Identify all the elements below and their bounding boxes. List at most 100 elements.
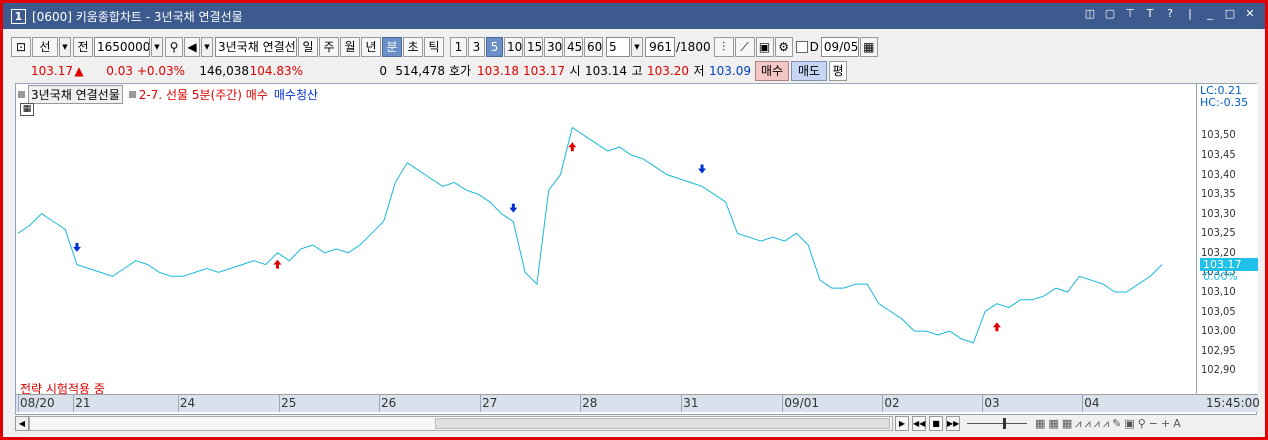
- plot-area[interactable]: 3년국채 연결선물 2-7. 선물 5분(주간) 매수 매수청산 ▦ 전략 시험…: [16, 84, 1196, 396]
- minus-icon[interactable]: −: [1149, 417, 1158, 431]
- rewind-icon[interactable]: ◀◀: [912, 416, 926, 431]
- save-icon[interactable]: ▣: [755, 37, 774, 57]
- indicator-icon[interactable]: ⩘: [1084, 417, 1090, 431]
- calendar-icon[interactable]: ▦: [859, 37, 878, 57]
- open-label: 시: [569, 64, 581, 78]
- frame-icon[interactable]: ▣: [1124, 417, 1134, 431]
- sell-signal-arrow: [698, 164, 707, 174]
- legend-exit[interactable]: 매수청산: [274, 86, 318, 103]
- chart-area[interactable]: 3년국채 연결선물 2-7. 선물 5분(주간) 매수 매수청산 ▦ 전략 시험…: [15, 83, 1260, 415]
- link-icon[interactable]: ◫: [1083, 7, 1097, 21]
- prev-button[interactable]: 전: [73, 37, 93, 57]
- price-line: [17, 126, 1163, 344]
- period-button-tick[interactable]: 틱: [424, 37, 444, 57]
- y-tick-label: 103,05: [1201, 304, 1236, 318]
- period-button-day[interactable]: 일: [298, 37, 318, 57]
- minute-button-3[interactable]: 3: [468, 37, 485, 57]
- speaker-icon[interactable]: ◀: [184, 37, 200, 57]
- minute-button-45[interactable]: 45: [564, 37, 583, 57]
- up-arrow-icon: ▲: [74, 63, 84, 78]
- x-tick-label: 08/20: [20, 396, 55, 410]
- gear-icon[interactable]: ⚙: [774, 37, 793, 57]
- minute-button-1[interactable]: 1: [450, 37, 467, 57]
- date-checkbox[interactable]: [795, 41, 808, 53]
- y-tick-label: 102,90: [1201, 363, 1236, 377]
- mode-select[interactable]: 선: [32, 37, 58, 57]
- code-dropdown-icon[interactable]: ▼: [151, 37, 163, 57]
- indicator-icon[interactable]: ⩘: [1094, 417, 1100, 431]
- period-button-year[interactable]: 년: [361, 37, 381, 57]
- x-tick-mark: [73, 395, 75, 412]
- pin-icon[interactable]: ⊤: [1123, 7, 1137, 21]
- zoom-icon[interactable]: ⚲: [1138, 417, 1146, 431]
- help-icon[interactable]: ?: [1163, 7, 1177, 21]
- sell-button[interactable]: 매도: [791, 60, 827, 81]
- y-tick-label: 103,40: [1201, 167, 1236, 181]
- separator-icon: |: [1188, 7, 1192, 20]
- title-bar[interactable]: 1 [0600] 키움종합차트 - 3년국채 연결선물 ◫ ▢ ⊤ T ? | …: [3, 3, 1265, 29]
- scroll-bar[interactable]: ◀ ▶ ◀◀ ■ ▶▶ ▦ ▦ ▦ ⩘ ⩘ ⩘ ⩘ ✎ ▣ ⚲ − + A: [15, 415, 1257, 432]
- search-icon[interactable]: ⚲: [165, 37, 183, 57]
- line-tool-icon[interactable]: ⟋: [734, 37, 755, 57]
- window-title: [0600] 키움종합차트 - 3년국채 연결선물: [32, 9, 243, 24]
- speaker-dropdown-icon[interactable]: ▼: [201, 37, 213, 57]
- x-tick-mark: [580, 395, 582, 412]
- draw-icon[interactable]: ✎: [1112, 417, 1121, 431]
- x-tick-label: 03: [984, 396, 1000, 410]
- speed-slider-handle[interactable]: [1003, 418, 1006, 429]
- high-label: 고: [631, 64, 643, 78]
- close-icon[interactable]: ✕: [1243, 7, 1257, 21]
- legend-instrument[interactable]: 3년국채 연결선물: [28, 85, 123, 104]
- scroll-track[interactable]: [29, 416, 893, 431]
- interval-dropdown-icon[interactable]: ▼: [631, 37, 643, 57]
- minute-button-5[interactable]: 5: [486, 37, 503, 57]
- minute-button-10[interactable]: 10: [504, 37, 523, 57]
- minute-button-30[interactable]: 30: [544, 37, 563, 57]
- minute-button-60[interactable]: 60: [584, 37, 603, 57]
- interval-input[interactable]: 5: [606, 37, 630, 57]
- indicator-icon[interactable]: ⩘: [1103, 417, 1109, 431]
- x-tick-label: 28: [582, 396, 598, 410]
- x-tick-mark: [782, 395, 784, 412]
- fast-forward-icon[interactable]: ▶▶: [946, 416, 960, 431]
- period-button-month[interactable]: 월: [340, 37, 360, 57]
- screen-icon[interactable]: ▢: [1103, 7, 1117, 21]
- font-size-icon[interactable]: A: [1173, 417, 1181, 431]
- indicator-icon[interactable]: ⩘: [1075, 417, 1081, 431]
- scroll-thumb[interactable]: [435, 418, 890, 429]
- legend-marker: [18, 91, 25, 98]
- count-input[interactable]: 961: [645, 37, 675, 57]
- open-interest: 514,478: [395, 63, 445, 78]
- period-button-minute[interactable]: 분: [382, 37, 402, 57]
- speed-slider[interactable]: [967, 416, 1027, 431]
- layout-icon[interactable]: ⊡: [11, 37, 31, 57]
- chevron-down-icon[interactable]: ▼: [59, 37, 71, 57]
- legend-strategy[interactable]: 2-7. 선물 5분(주간) 매수: [139, 86, 268, 103]
- buy-button[interactable]: 매수: [755, 60, 789, 81]
- play-icon[interactable]: ▶: [895, 416, 909, 431]
- x-tick-label: 31: [683, 396, 699, 410]
- period-button-week[interactable]: 주: [319, 37, 339, 57]
- scroll-left-icon[interactable]: ◀: [15, 416, 29, 431]
- layout-grid-icon[interactable]: ▦: [1048, 417, 1058, 431]
- date-input[interactable]: 09/05: [820, 37, 859, 57]
- table-icon[interactable]: ▦: [20, 103, 34, 116]
- candle-icon[interactable]: ⫶: [713, 37, 734, 57]
- current-price: 103.17: [31, 63, 73, 78]
- plus-icon[interactable]: +: [1161, 417, 1170, 431]
- maximize-icon[interactable]: □: [1223, 7, 1237, 21]
- code-input[interactable]: 16500000: [94, 37, 150, 57]
- minimize-icon[interactable]: _: [1203, 7, 1217, 21]
- average-button[interactable]: 평: [829, 60, 847, 81]
- layout-grid-icon[interactable]: ▦: [1062, 417, 1072, 431]
- hc-label: HC:-0.35: [1200, 96, 1249, 109]
- minute-button-15[interactable]: 15: [524, 37, 543, 57]
- layout-grid-icon[interactable]: ▦: [1035, 417, 1045, 431]
- buy-signal-arrow: [992, 322, 1001, 332]
- x-axis: 08/20 21 24 25 26 27 28 31 09/01 02 03 04 15:45:00: [16, 394, 1260, 412]
- period-button-second[interactable]: 초: [403, 37, 423, 57]
- open-price: 103.14: [585, 63, 627, 78]
- text-icon[interactable]: T: [1143, 7, 1157, 21]
- stop-icon[interactable]: ■: [929, 416, 943, 431]
- price-chart[interactable]: [16, 84, 1196, 394]
